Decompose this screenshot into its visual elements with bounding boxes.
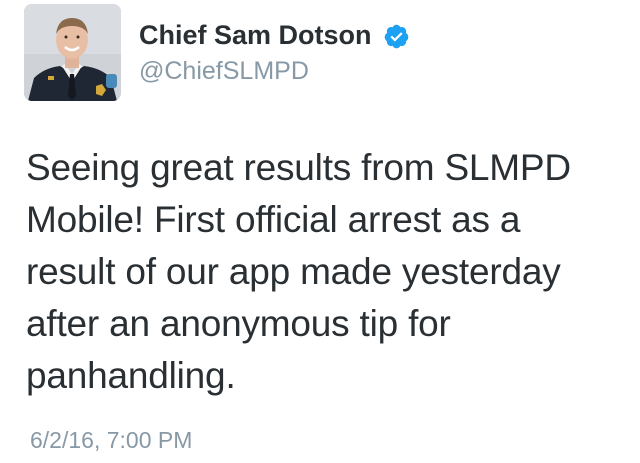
tweet-text: Seeing great results from SLMPD Mobile! … — [26, 142, 626, 402]
tweet-card: Chief Sam Dotson @ChiefSLMPD Seeing grea… — [0, 0, 640, 463]
avatar[interactable] — [24, 4, 121, 101]
tweet-text-line: Mobile! First official arrest as a — [26, 199, 521, 240]
verified-badge-icon — [384, 24, 409, 49]
tweet-text-line: result of our app made yesterday — [26, 251, 561, 292]
author-display-name[interactable]: Chief Sam Dotson — [139, 18, 372, 52]
tweet-text-line: panhandling. — [26, 355, 236, 396]
profile-photo-icon — [24, 4, 121, 101]
tweet-timestamp[interactable]: 6/2/16, 7:00 PM — [30, 426, 192, 454]
author-handle[interactable]: @ChiefSLMPD — [139, 56, 309, 86]
tweet-text-line: Seeing great results from SLMPD — [26, 147, 571, 188]
tweet-text-line: after an anonymous tip for — [26, 303, 451, 344]
